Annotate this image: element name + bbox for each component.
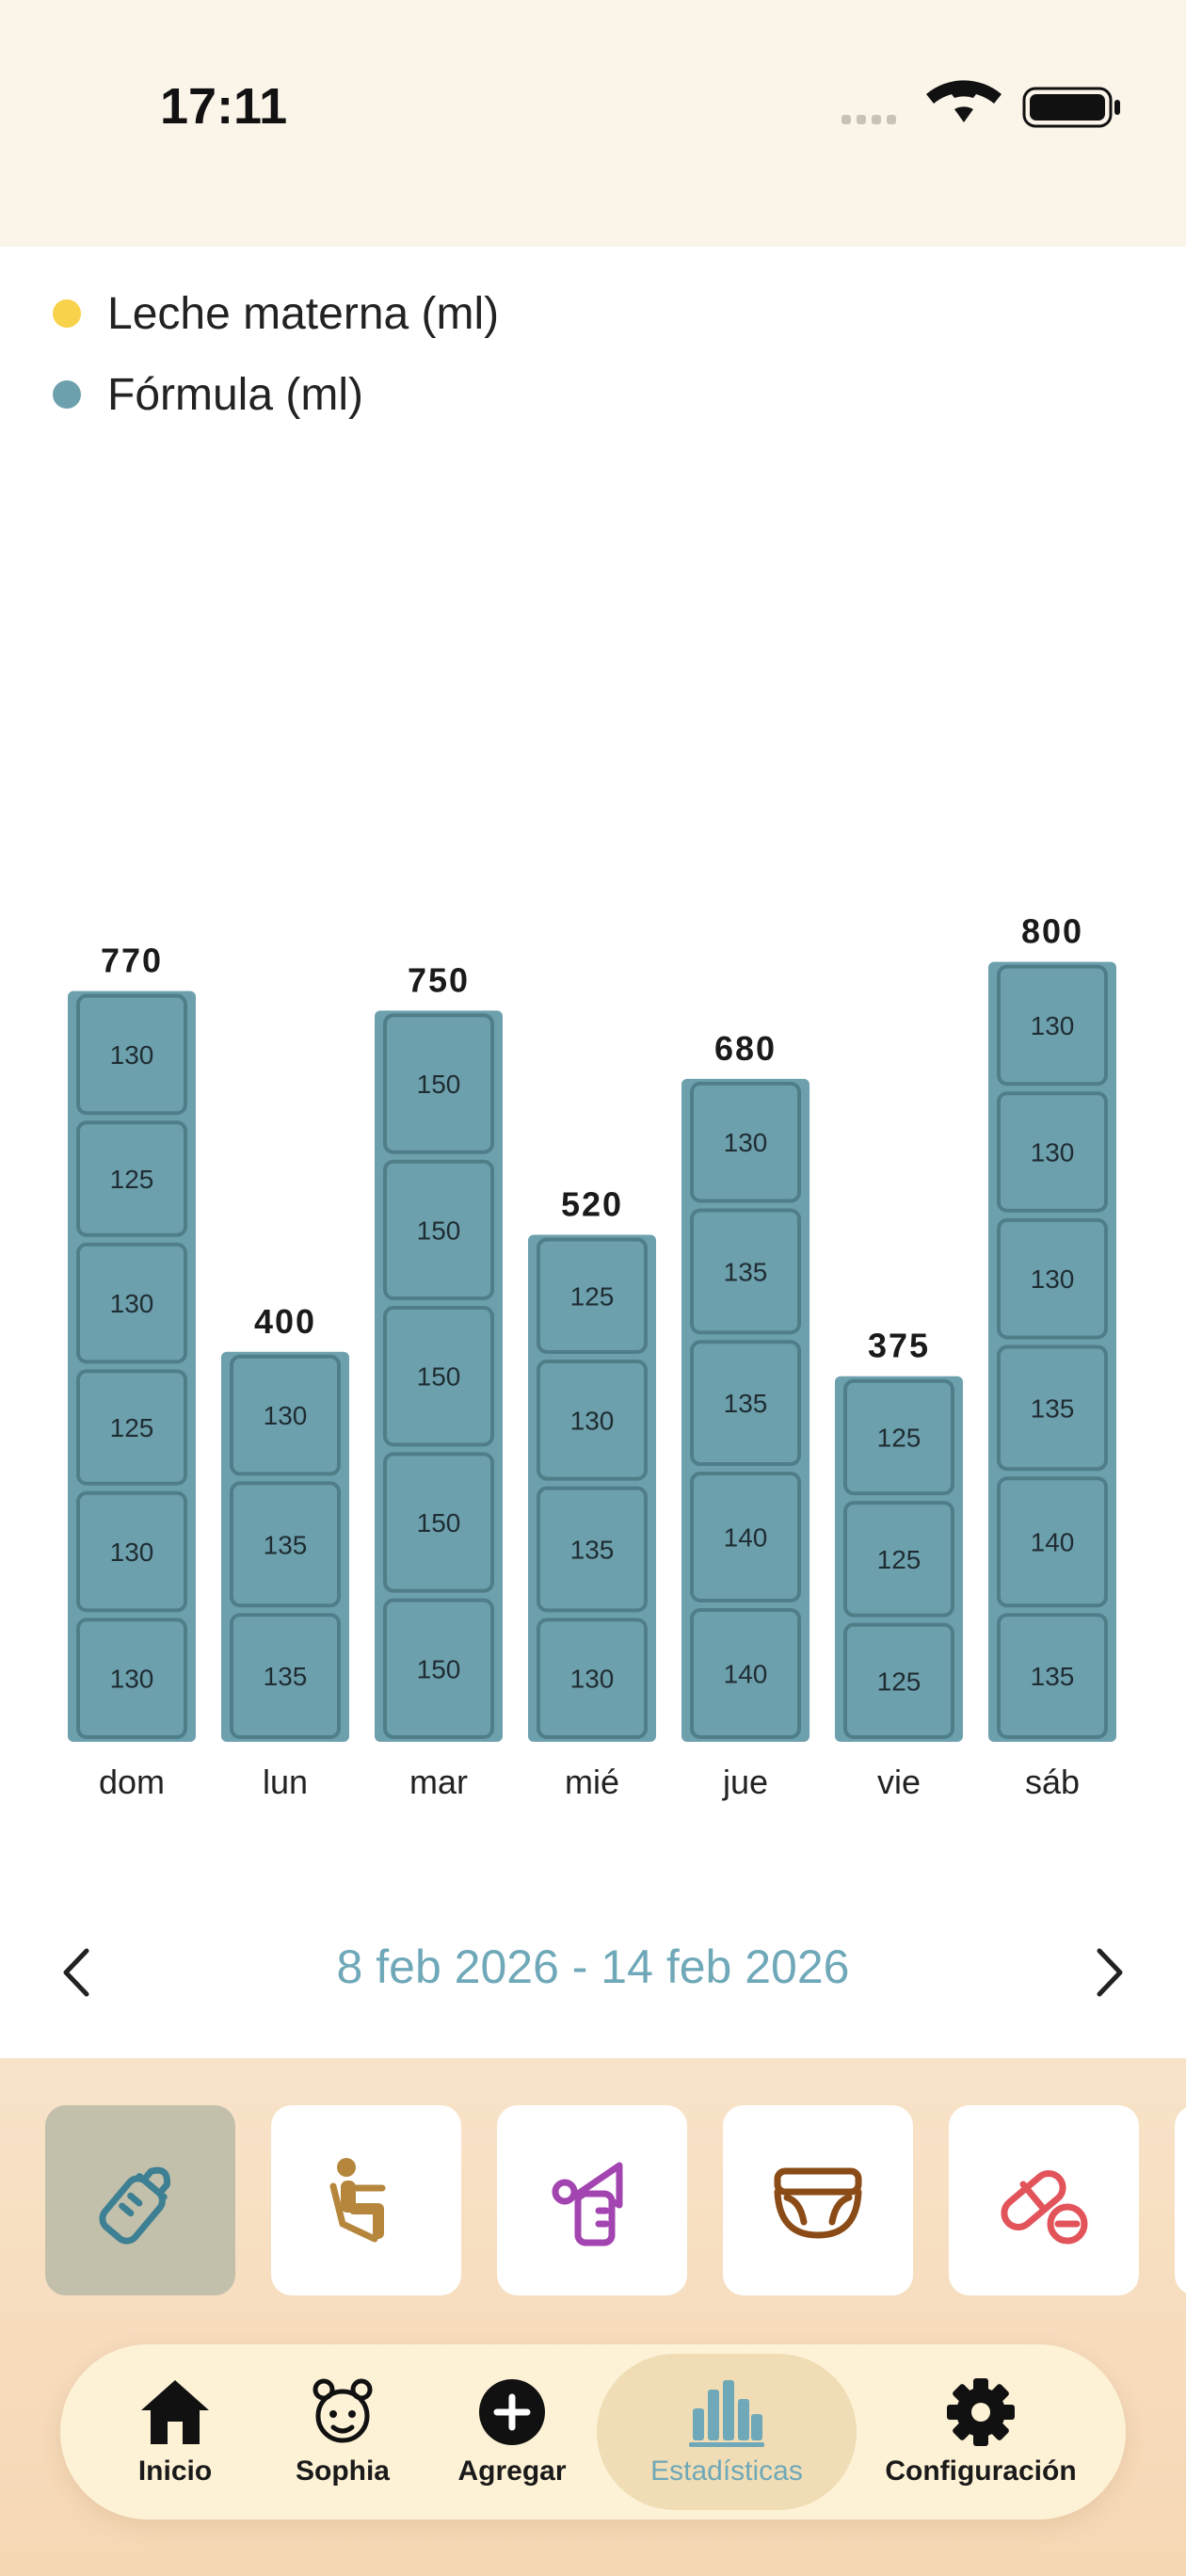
baby-face-icon (313, 2378, 373, 2443)
tab-agregar[interactable]: Agregar (437, 2354, 587, 2510)
segment-label: 140 (724, 1523, 768, 1553)
home-icon (141, 2380, 209, 2444)
tab-label: Inicio (137, 2455, 213, 2487)
tab-configuracion[interactable]: Configuración (860, 2354, 1101, 2510)
segment-label: 140 (724, 1660, 768, 1689)
gear-icon (947, 2378, 1015, 2446)
x-tick-label: jue (722, 1763, 768, 1801)
diaper-icon (774, 2167, 862, 2239)
status-bar: 17:11 (0, 0, 1186, 247)
segment-label: 130 (110, 1538, 154, 1567)
segment-label: 150 (417, 1362, 461, 1392)
segment-label: 125 (110, 1413, 154, 1442)
daily-feeding-chart: 130 130 125 130 125 130 770 dom 135 135 130 400 lun 1… (68, 912, 1116, 1801)
segment-label: 125 (570, 1281, 615, 1311)
bar-total-label: 800 (1021, 912, 1083, 951)
category-selector (45, 2105, 1186, 2298)
segment-label: 135 (1031, 1662, 1075, 1691)
tab-label: Estadísticas (650, 2455, 803, 2487)
date-range-navigator: 8 feb 2026 - 14 feb 2026 (0, 1921, 1186, 2024)
segment-label: 125 (110, 1165, 154, 1194)
segment-label: 135 (724, 1257, 768, 1286)
bar-total-label: 680 (714, 1029, 777, 1068)
segment-label: 130 (570, 1406, 615, 1435)
segment-label: 130 (724, 1128, 768, 1157)
segment-label: 150 (417, 1216, 461, 1245)
category-diaper[interactable] (723, 2105, 913, 2295)
bar-chart-icon (689, 2380, 764, 2447)
bar-total-label: 520 (561, 1185, 623, 1224)
legend-label: Fórmula (ml) (107, 369, 363, 420)
legend-label: Leche materna (ml) (107, 288, 500, 339)
tab-bar: Inicio Sophia Agregar Estadísticas Confi… (60, 2344, 1126, 2520)
legend-item-breast-milk: Leche materna (ml) (53, 273, 499, 354)
bar-total-label: 770 (101, 942, 163, 980)
legend-item-formula: Fórmula (ml) (53, 354, 499, 435)
category-bottle[interactable] (45, 2105, 235, 2295)
segment-label: 150 (417, 1508, 461, 1538)
cellular-signal-icon (841, 115, 896, 124)
baby-bottle-icon (99, 2166, 170, 2245)
tab-inicio[interactable]: Inicio (98, 2354, 252, 2510)
segment-label: 130 (110, 1040, 154, 1070)
segment-label: 135 (264, 1530, 308, 1559)
tab-label: Configuración (885, 2455, 1077, 2487)
segment-label: 130 (1031, 1138, 1075, 1167)
status-time: 17:11 (160, 78, 288, 135)
segment-label: 125 (877, 1423, 922, 1452)
bar-total-label: 400 (254, 1302, 316, 1341)
x-tick-label: sáb (1025, 1763, 1080, 1801)
next-week-button[interactable] (1075, 1940, 1141, 2005)
segment-label: 130 (110, 1665, 154, 1694)
add-circle-icon (479, 2379, 545, 2445)
segment-label: 130 (264, 1401, 308, 1430)
battery-icon (1022, 87, 1120, 128)
segment-label: 135 (724, 1389, 768, 1418)
tab-estadisticas[interactable]: Estadísticas (597, 2354, 857, 2510)
segment-label: 140 (1031, 1528, 1075, 1557)
bar-total-label: 375 (868, 1327, 930, 1365)
tab-sophia[interactable]: Sophia (267, 2354, 418, 2510)
segment-label: 135 (1031, 1393, 1075, 1423)
date-range-label: 8 feb 2026 - 14 feb 2026 (336, 1940, 850, 1993)
bar-total-label: 750 (408, 960, 470, 999)
category-more[interactable] (1175, 2105, 1186, 2295)
legend-dot-formula (53, 380, 81, 409)
chart-legend: Leche materna (ml) Fórmula (ml) (53, 273, 499, 435)
x-tick-label: lun (263, 1763, 308, 1801)
segment-label: 130 (1031, 1011, 1075, 1040)
segment-label: 130 (1031, 1264, 1075, 1294)
segment-label: 135 (570, 1535, 615, 1564)
tab-label: Agregar (457, 2455, 567, 2487)
medicine-icon (1001, 2170, 1088, 2245)
segment-label: 125 (877, 1545, 922, 1574)
bottom-panel: Inicio Sophia Agregar Estadísticas Confi… (0, 2058, 1186, 2576)
wifi-icon (926, 80, 1002, 122)
category-medicine[interactable] (949, 2105, 1139, 2295)
x-tick-label: vie (877, 1763, 921, 1801)
tab-label: Sophia (295, 2455, 390, 2487)
category-sleep[interactable] (271, 2105, 461, 2295)
sleeping-icon (329, 2158, 386, 2243)
breast-pump-icon (552, 2162, 623, 2246)
x-tick-label: mar (409, 1763, 468, 1801)
segment-label: 150 (417, 1654, 461, 1683)
x-tick-label: mié (565, 1763, 619, 1801)
segment-label: 135 (264, 1662, 308, 1691)
x-tick-label: dom (99, 1763, 165, 1801)
chevron-right-icon (1097, 1948, 1123, 1997)
legend-dot-breast-milk (53, 299, 81, 328)
status-icons (809, 0, 1186, 247)
segment-label: 150 (417, 1070, 461, 1099)
segment-label: 125 (877, 1666, 922, 1696)
segment-label: 130 (570, 1665, 615, 1694)
category-pump[interactable] (497, 2105, 687, 2295)
segment-label: 130 (110, 1289, 154, 1318)
